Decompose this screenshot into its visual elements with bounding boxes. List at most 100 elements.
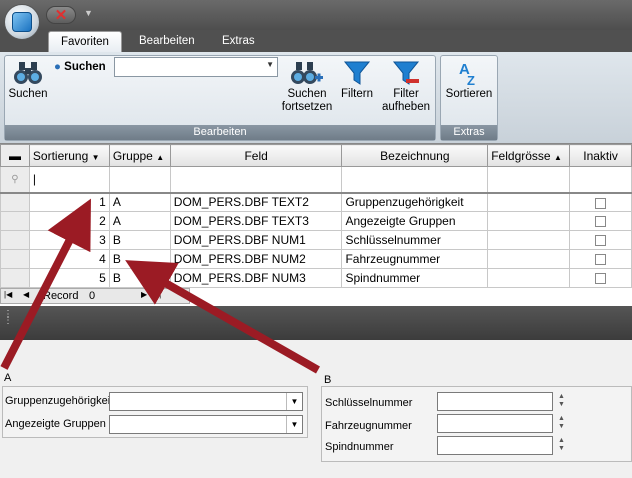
- filter-cell[interactable]: [341, 166, 489, 194]
- header-feldgroesse-label: Feldgrösse: [491, 148, 551, 163]
- cell-inaktiv[interactable]: [569, 211, 632, 231]
- header-gruppe[interactable]: Gruppe ▲: [108, 144, 171, 167]
- inaktiv-checkbox[interactable]: [595, 254, 607, 266]
- row-indicator[interactable]: [0, 249, 30, 269]
- schluesselnummer-spinner[interactable]: ▲ ▼: [558, 393, 565, 409]
- cell-gruppe[interactable]: A: [108, 192, 171, 212]
- last-record-icon[interactable]: ▶|: [153, 290, 161, 299]
- table-row[interactable]: 3 B DOM_PERS.DBF NUM1 Schlüsselnummer: [0, 230, 632, 250]
- header-bezeichnung[interactable]: Bezeichnung: [341, 144, 489, 167]
- app-menu-button[interactable]: [4, 4, 40, 40]
- spindnummer-spinner[interactable]: ▲ ▼: [558, 437, 565, 453]
- suchen-fortsetzen-line1: Suchen: [287, 88, 327, 100]
- cell-sortierung[interactable]: 1: [28, 192, 110, 212]
- cell-sortierung[interactable]: 2: [28, 211, 110, 231]
- cell-bezeichnung[interactable]: Fahrzeugnummer: [341, 249, 489, 269]
- title-bar: [0, 0, 632, 30]
- cell-feld[interactable]: DOM_PERS.DBF TEXT2: [169, 192, 343, 212]
- filter-cell[interactable]: [108, 166, 171, 194]
- filtern-button[interactable]: Filtern: [336, 60, 378, 101]
- filter-cell[interactable]: [569, 166, 632, 194]
- cell-bezeichnung[interactable]: Angezeigte Gruppen: [341, 211, 489, 231]
- suchen-button[interactable]: Suchen: [6, 60, 50, 101]
- cell-bezeichnung[interactable]: Schlüsselnummer: [341, 230, 489, 250]
- spindnummer-field[interactable]: [437, 436, 553, 455]
- record-value[interactable]: 0: [89, 290, 95, 302]
- filter-row-icon: ⚲: [0, 166, 30, 194]
- cell-inaktiv[interactable]: [569, 230, 632, 250]
- header-bezeichnung-label: Bezeichnung: [380, 148, 450, 163]
- filter-cell[interactable]: |: [28, 166, 110, 194]
- search-combo[interactable]: ▼: [114, 57, 278, 77]
- suchen-fortsetzen-button[interactable]: Suchen fortsetzen: [280, 60, 334, 114]
- first-record-icon[interactable]: |◀: [4, 290, 12, 299]
- data-grid: ▬ Sortierung ▼ Gruppe ▲ Feld Bezeichnung…: [0, 143, 632, 307]
- record-navigator: |◀ ◀ Record 0 ▶ ▶|: [0, 288, 190, 304]
- cell-feld[interactable]: DOM_PERS.DBF NUM3: [169, 268, 343, 288]
- cell-feldgroesse[interactable]: [487, 230, 571, 250]
- angezeigte-gruppen-combo[interactable]: ▼: [109, 415, 303, 434]
- prev-record-icon[interactable]: ◀: [23, 290, 29, 299]
- grip-icon[interactable]: ⋮ ⋮: [3, 310, 13, 326]
- cell-feldgroesse[interactable]: [487, 211, 571, 231]
- table-row[interactable]: 1 A DOM_PERS.DBF TEXT2 Gruppenzugehörigk…: [0, 192, 632, 212]
- cell-feld[interactable]: DOM_PERS.DBF NUM1: [169, 230, 343, 250]
- schluesselnummer-field[interactable]: [437, 392, 553, 411]
- cell-sortierung[interactable]: 5: [28, 268, 110, 288]
- row-indicator[interactable]: [0, 192, 30, 212]
- sortieren-button[interactable]: A Z Sortieren: [442, 60, 496, 101]
- inaktiv-checkbox[interactable]: [595, 235, 607, 247]
- header-inaktiv[interactable]: Inaktiv: [569, 144, 632, 167]
- quick-access-dropdown-icon[interactable]: ▼: [84, 8, 93, 18]
- sort-az-icon: A Z: [459, 61, 475, 86]
- row-indicator[interactable]: [0, 268, 30, 288]
- tab-favoriten[interactable]: Favoriten: [48, 31, 122, 52]
- cell-sortierung[interactable]: 3: [28, 230, 110, 250]
- grid-corner[interactable]: ▬: [0, 144, 30, 167]
- cell-gruppe[interactable]: A: [108, 211, 171, 231]
- cell-sortierung[interactable]: 4: [28, 249, 110, 269]
- cell-feld[interactable]: DOM_PERS.DBF NUM2: [169, 249, 343, 269]
- tab-bearbeiten[interactable]: Bearbeiten: [127, 31, 207, 52]
- cell-bezeichnung[interactable]: Spindnummer: [341, 268, 489, 288]
- inaktiv-checkbox[interactable]: [595, 273, 607, 285]
- chevron-down-icon[interactable]: ▼: [266, 60, 274, 69]
- table-row[interactable]: 2 A DOM_PERS.DBF TEXT3 Angezeigte Gruppe…: [0, 211, 632, 231]
- filter-cell[interactable]: [487, 166, 571, 194]
- next-record-icon[interactable]: ▶: [141, 290, 147, 299]
- filter-cell[interactable]: [169, 166, 343, 194]
- svg-text:Z: Z: [467, 73, 475, 86]
- cell-gruppe[interactable]: B: [108, 249, 171, 269]
- cell-feldgroesse[interactable]: [487, 249, 571, 269]
- gruppenzugehoerigkeit-combo[interactable]: ▼: [109, 392, 303, 411]
- cell-gruppe[interactable]: B: [108, 230, 171, 250]
- group-bearbeiten-label: Bearbeiten: [5, 125, 435, 140]
- cell-feldgroesse[interactable]: [487, 268, 571, 288]
- fahrzeugnummer-spinner[interactable]: ▲ ▼: [558, 415, 565, 431]
- header-feldgroesse[interactable]: Feldgrösse ▲: [487, 144, 571, 167]
- row-indicator[interactable]: [0, 230, 30, 250]
- suchen-small-button[interactable]: ● Suchen: [54, 61, 106, 73]
- cell-inaktiv[interactable]: [569, 249, 632, 269]
- table-row[interactable]: 4 B DOM_PERS.DBF NUM2 Fahrzeugnummer: [0, 249, 632, 269]
- inaktiv-checkbox[interactable]: [595, 197, 607, 209]
- cell-inaktiv[interactable]: [569, 268, 632, 288]
- panel-a-title: A: [4, 372, 12, 384]
- fahrzeugnummer-field[interactable]: [437, 414, 553, 433]
- row-indicator[interactable]: [0, 211, 30, 231]
- close-button[interactable]: ✕: [46, 6, 76, 24]
- cell-bezeichnung[interactable]: Gruppenzugehörigkeit: [341, 192, 489, 212]
- header-feld[interactable]: Feld: [169, 144, 343, 167]
- table-row[interactable]: 5 B DOM_PERS.DBF NUM3 Spindnummer: [0, 268, 632, 288]
- cell-gruppe[interactable]: B: [108, 268, 171, 288]
- filter-aufheben-button[interactable]: Filter aufheben: [378, 60, 434, 114]
- binoculars-icon: [14, 62, 42, 84]
- inaktiv-checkbox[interactable]: [595, 216, 607, 228]
- cell-feld[interactable]: DOM_PERS.DBF TEXT3: [169, 211, 343, 231]
- chevron-down-icon[interactable]: ▼: [286, 393, 302, 410]
- chevron-down-icon[interactable]: ▼: [286, 416, 302, 433]
- cell-inaktiv[interactable]: [569, 192, 632, 212]
- tab-extras[interactable]: Extras: [210, 31, 267, 52]
- header-sortierung[interactable]: Sortierung ▼: [28, 144, 110, 167]
- cell-feldgroesse[interactable]: [487, 192, 571, 212]
